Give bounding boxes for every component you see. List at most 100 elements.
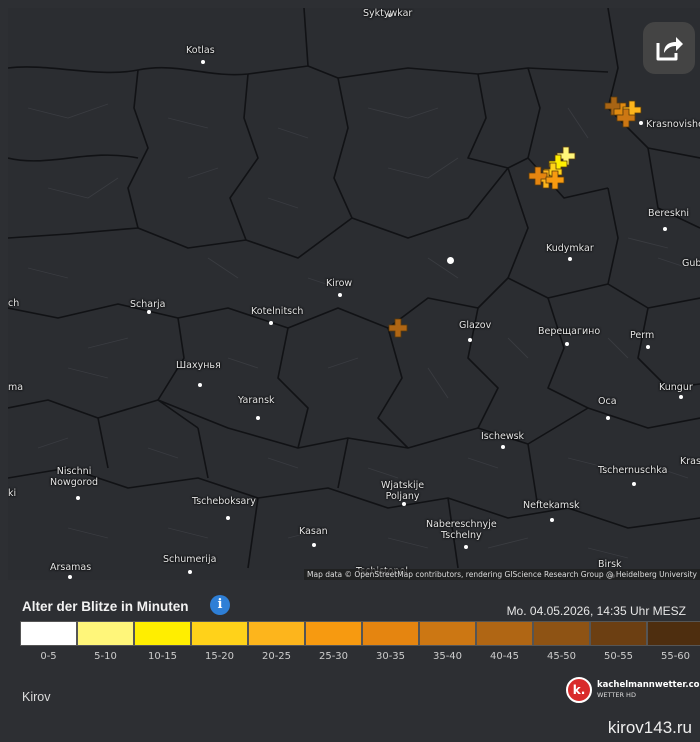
color-swatch [134, 621, 191, 646]
brand-link[interactable]: k. kachelmannwetter.com WETTER HD [566, 677, 700, 703]
lightning-strike-marker [388, 318, 408, 338]
color-swatch-label: 30-35 [375, 651, 406, 662]
color-swatch [647, 621, 700, 646]
city-dot [188, 570, 192, 574]
city-label: Nischni Nowgorod [50, 466, 99, 488]
city-dot [679, 395, 683, 399]
color-swatch [77, 621, 134, 646]
color-scale [20, 621, 700, 646]
city-bereskni: Bereskni [648, 208, 690, 219]
city-dot [201, 60, 205, 64]
brand-logo-icon: k. [566, 677, 592, 703]
city-krasnovishe: Krasnovishe [646, 119, 700, 130]
watermark: kirov143.ru [607, 718, 692, 737]
city-kotlas: Kotlas [186, 45, 215, 56]
city-dot [663, 227, 667, 231]
color-swatch [590, 621, 647, 646]
city-arsamas: Arsamas [50, 562, 92, 573]
city-kungur: Kungur [659, 382, 693, 393]
city-label: Nabereschnyje Tschelny [426, 519, 497, 541]
lightning-map[interactable]: Syktywkar Kotlas Krasnovishe Bereskni Ku… [8, 8, 700, 580]
city-dot [550, 518, 554, 522]
share-icon [656, 37, 683, 61]
color-swatch [305, 621, 362, 646]
color-swatch-label: 35-40 [432, 651, 463, 662]
color-swatch [191, 621, 248, 646]
color-swatch-label: 0-5 [40, 651, 57, 662]
timestamp: Mo. 04.05.2026, 14:35 Uhr MESZ [506, 604, 686, 618]
color-scale-labels: 0-5 5-10 10-15 15-20 20-25 25-30 30-35 35-40 40-… [20, 651, 700, 662]
city-edge-ch: ch [8, 298, 20, 309]
city-dot [464, 545, 468, 549]
city-dot [198, 383, 202, 387]
color-swatch-label: 15-20 [204, 651, 235, 662]
city-perm: Perm [630, 330, 655, 341]
color-swatch-label: 55-60 [660, 651, 691, 662]
city-dot [639, 121, 643, 125]
city-dot [568, 257, 572, 261]
info-icon[interactable]: i [210, 595, 230, 615]
color-swatch [248, 621, 305, 646]
city-dot [632, 482, 636, 486]
city-gub: Gub [682, 258, 700, 269]
city-vereshchagino: Верещагино [538, 326, 601, 337]
brand-text: kachelmannwetter.com WETTER HD [597, 680, 700, 700]
color-swatch [20, 621, 77, 646]
color-swatch-label: 45-50 [546, 651, 577, 662]
place-name: Kirov [22, 690, 51, 704]
city-shakhunya: Шахунья [176, 360, 221, 371]
city-dot [501, 445, 505, 449]
city-dot [338, 293, 342, 297]
city-kotelnitsch: Kotelnitsch [251, 306, 304, 317]
city-kudymkar: Kudymkar [546, 243, 594, 254]
color-swatch [362, 621, 419, 646]
city-dot [147, 310, 151, 314]
city-dot [646, 345, 650, 349]
color-swatch-label: 10-15 [147, 651, 178, 662]
map-attribution[interactable]: Map data © OpenStreetMap contributors, r… [304, 569, 700, 580]
color-swatch [419, 621, 476, 646]
lightning-strikes [388, 96, 642, 338]
brand-sub: WETTER HD [597, 691, 636, 699]
city-edge-ki: ki [8, 488, 17, 499]
city-scharja: Scharja [130, 299, 166, 310]
city-dot [269, 321, 273, 325]
city-syktywkar: Syktywkar [363, 8, 413, 19]
share-button[interactable] [643, 22, 695, 74]
city-dot [76, 496, 80, 500]
color-swatch-label: 5-10 [94, 651, 117, 662]
city-glazov: Glazov [459, 320, 492, 331]
city-chelny: Nabereschnyje Tschelny [426, 519, 497, 541]
city-label: Wjatskije Poljany [381, 480, 425, 502]
city-kirow: Kirow [326, 278, 353, 289]
city-dot [68, 575, 72, 579]
color-swatch-label: 25-30 [318, 651, 349, 662]
city-edge-ma: ma [8, 382, 24, 393]
legend-title: Alter der Blitze in Minuten [22, 599, 189, 614]
city-oca: Oca [598, 396, 617, 407]
color-swatch [533, 621, 590, 646]
city-dot [468, 338, 472, 342]
city-dot [256, 416, 260, 420]
legend-panel: Alter der Blitze in Minuten i Mo. 04.05.… [0, 580, 700, 742]
color-swatch-label: 50-55 [603, 651, 634, 662]
city-neftekamsk: Neftekamsk [523, 500, 580, 511]
city-chernushka: Tschernuschka [598, 465, 668, 476]
city-dot [565, 342, 569, 346]
color-swatch-label: 40-45 [489, 651, 520, 662]
city-krasn: Krasn [680, 456, 700, 467]
city-yaransk: Yaransk [238, 395, 275, 406]
city-shumerlya: Schumerija [163, 554, 217, 565]
city-dot [312, 543, 316, 547]
city-cheboksary: Tscheboksary [192, 496, 256, 507]
color-swatch [476, 621, 533, 646]
city-dot [226, 516, 230, 520]
brand-name: kachelmannwetter.com [597, 680, 700, 690]
city-ischewsk: Ischewsk [481, 431, 525, 442]
city-dot [402, 502, 406, 506]
location-marker [447, 257, 454, 264]
city-vyatskie: Wjatskije Poljany [381, 480, 424, 502]
city-dot [606, 416, 610, 420]
city-kasan: Kasan [299, 526, 328, 537]
region-borders [8, 8, 700, 569]
